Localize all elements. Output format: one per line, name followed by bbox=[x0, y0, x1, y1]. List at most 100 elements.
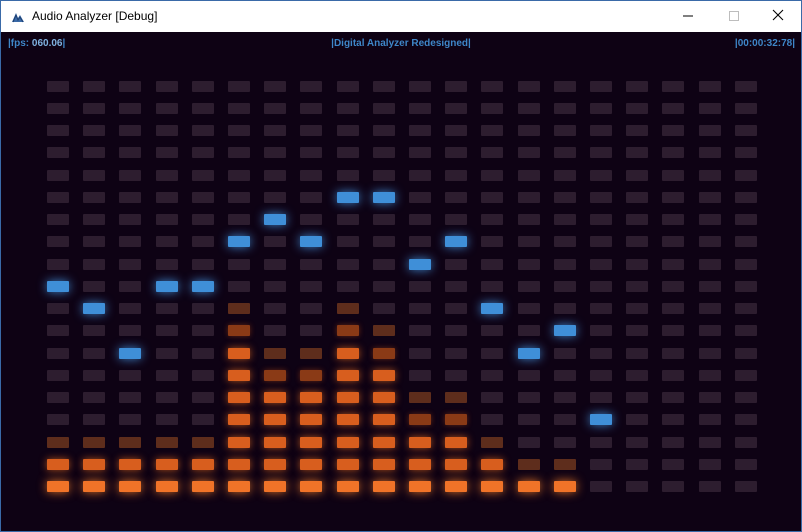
spectrum-cell bbox=[626, 281, 648, 292]
spectrum-cell bbox=[481, 392, 503, 403]
spectrum-cell bbox=[47, 103, 69, 114]
spectrum-cell bbox=[47, 325, 69, 336]
spectrum-cell bbox=[662, 281, 684, 292]
spectrum-cell bbox=[83, 147, 105, 158]
spectrum-cell bbox=[192, 281, 214, 292]
spectrum-cell bbox=[554, 147, 576, 158]
spectrum-cell bbox=[300, 348, 322, 359]
spectrum-cell bbox=[373, 81, 395, 92]
spectrum-cell bbox=[156, 348, 178, 359]
spectrum-cell bbox=[445, 481, 467, 492]
spectrum-cell bbox=[554, 392, 576, 403]
spectrum-cell bbox=[626, 236, 648, 247]
spectrum-cell bbox=[300, 214, 322, 225]
spectrum-cell bbox=[337, 325, 359, 336]
spectrum-cell bbox=[192, 414, 214, 425]
spectrum-cell bbox=[47, 281, 69, 292]
spectrum-cell bbox=[228, 192, 250, 203]
spectrum-cell bbox=[409, 103, 431, 114]
title-bar[interactable]: Audio Analyzer [Debug] bbox=[1, 1, 801, 32]
spectrum-cell bbox=[228, 437, 250, 448]
spectrum-cell bbox=[518, 192, 540, 203]
spectrum-cell bbox=[119, 147, 141, 158]
spectrum-cell bbox=[119, 281, 141, 292]
spectrum-cell bbox=[409, 81, 431, 92]
spectrum-cell bbox=[156, 103, 178, 114]
spectrum-cell bbox=[590, 325, 612, 336]
spectrum-cell bbox=[156, 370, 178, 381]
spectrum-cell bbox=[699, 392, 721, 403]
spectrum-cell bbox=[554, 281, 576, 292]
spectrum-cell bbox=[83, 259, 105, 270]
spectrum-cell bbox=[445, 392, 467, 403]
spectrum-cell bbox=[409, 392, 431, 403]
spectrum-cell bbox=[662, 303, 684, 314]
spectrum-cell bbox=[590, 281, 612, 292]
spectrum-cell bbox=[264, 459, 286, 470]
maximize-icon bbox=[729, 8, 739, 26]
minimize-button[interactable] bbox=[665, 1, 711, 32]
spectrum-cell bbox=[83, 325, 105, 336]
spectrum-cell bbox=[409, 481, 431, 492]
spectrum-cell bbox=[192, 303, 214, 314]
spectrum-cell bbox=[590, 192, 612, 203]
spectrum-cell bbox=[192, 259, 214, 270]
spectrum-cell bbox=[445, 303, 467, 314]
spectrum-cell bbox=[445, 325, 467, 336]
spectrum-cell bbox=[47, 259, 69, 270]
spectrum-cell bbox=[156, 281, 178, 292]
spectrum-cell bbox=[47, 370, 69, 381]
spectrum-cell bbox=[445, 348, 467, 359]
spectrum-cell bbox=[409, 459, 431, 470]
spectrum-cell bbox=[156, 303, 178, 314]
spectrum-cell bbox=[662, 170, 684, 181]
spectrum-cell bbox=[192, 437, 214, 448]
spectrum-cell bbox=[83, 192, 105, 203]
spectrum-cell bbox=[300, 481, 322, 492]
spectrum-cell bbox=[228, 281, 250, 292]
spectrum-cell bbox=[481, 125, 503, 136]
spectrum-cell bbox=[518, 103, 540, 114]
spectrum-cell bbox=[481, 303, 503, 314]
spectrum-cell bbox=[409, 125, 431, 136]
spectrum-cell bbox=[83, 481, 105, 492]
spectrum-cell bbox=[626, 481, 648, 492]
spectrum-cell bbox=[590, 392, 612, 403]
spectrum-cell bbox=[518, 414, 540, 425]
spectrum-cell bbox=[554, 437, 576, 448]
spectrum-cell bbox=[445, 192, 467, 203]
spectrum-cell bbox=[264, 170, 286, 181]
spectrum-cell bbox=[47, 392, 69, 403]
spectrum-grid bbox=[1, 32, 801, 531]
spectrum-cell bbox=[699, 303, 721, 314]
spectrum-cell bbox=[264, 214, 286, 225]
spectrum-cell bbox=[699, 259, 721, 270]
maximize-button[interactable] bbox=[711, 1, 757, 32]
spectrum-cell bbox=[626, 303, 648, 314]
spectrum-cell bbox=[47, 481, 69, 492]
spectrum-cell bbox=[156, 81, 178, 92]
spectrum-cell bbox=[409, 303, 431, 314]
spectrum-cell bbox=[735, 281, 757, 292]
spectrum-cell bbox=[445, 125, 467, 136]
spectrum-cell bbox=[119, 414, 141, 425]
spectrum-cell bbox=[554, 481, 576, 492]
spectrum-cell bbox=[735, 325, 757, 336]
spectrum-cell bbox=[626, 370, 648, 381]
spectrum-cell bbox=[445, 103, 467, 114]
spectrum-cell bbox=[409, 170, 431, 181]
spectrum-cell bbox=[337, 392, 359, 403]
spectrum-cell bbox=[409, 370, 431, 381]
spectrum-cell bbox=[119, 214, 141, 225]
spectrum-cell bbox=[590, 437, 612, 448]
spectrum-cell bbox=[119, 303, 141, 314]
spectrum-cell bbox=[337, 281, 359, 292]
spectrum-cell bbox=[699, 481, 721, 492]
spectrum-cell bbox=[662, 370, 684, 381]
spectrum-cell bbox=[626, 459, 648, 470]
close-button[interactable] bbox=[755, 1, 801, 32]
spectrum-cell bbox=[409, 147, 431, 158]
spectrum-cell bbox=[373, 392, 395, 403]
spectrum-cell bbox=[662, 103, 684, 114]
spectrum-cell bbox=[409, 348, 431, 359]
